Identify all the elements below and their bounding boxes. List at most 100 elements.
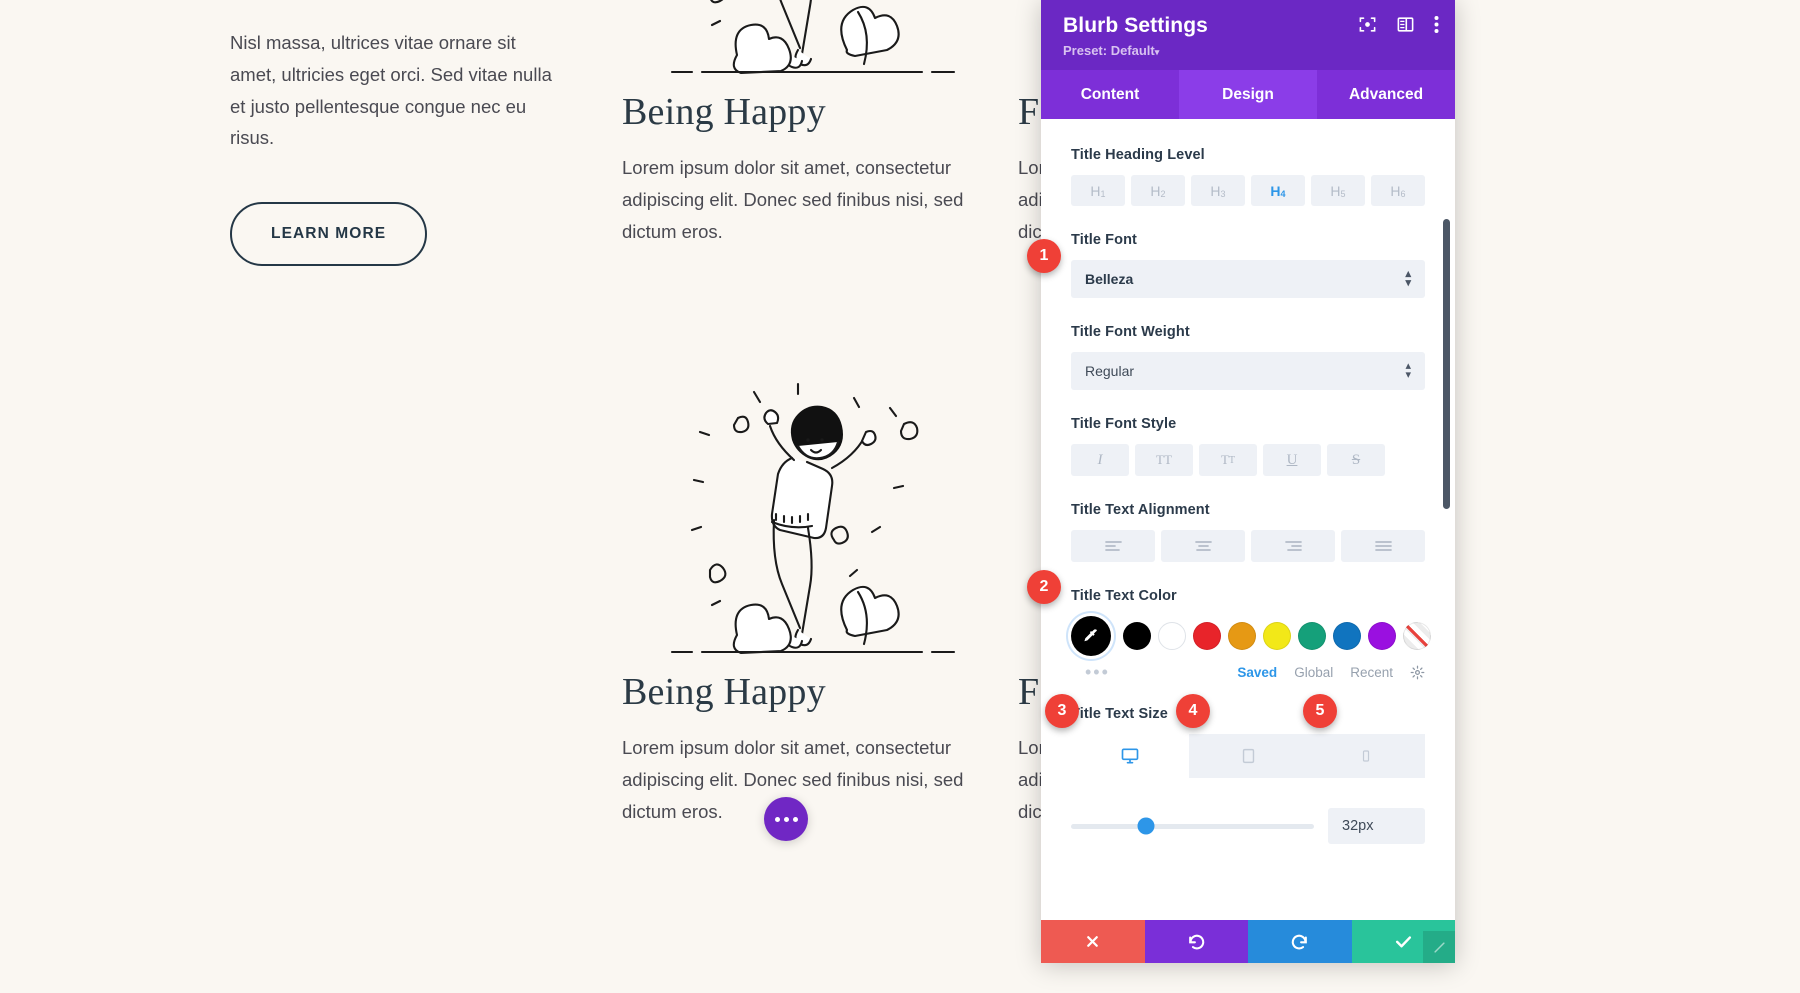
spinner-arrows-icon: ▴ ▾ xyxy=(1405,267,1411,289)
strikethrough-icon[interactable]: S xyxy=(1327,444,1385,476)
title-font-weight-value: Regular xyxy=(1085,363,1135,379)
layout-columns-icon[interactable] xyxy=(1396,15,1415,34)
annotation-badge-3: 3 xyxy=(1045,694,1079,728)
swatch-blue[interactable] xyxy=(1333,622,1361,650)
phone-icon[interactable] xyxy=(1307,734,1425,778)
smallcaps-icon[interactable]: TT xyxy=(1199,444,1257,476)
more-colors-icon[interactable]: ••• xyxy=(1085,663,1110,681)
blurb-2-image xyxy=(622,380,1002,670)
italic-icon[interactable]: I xyxy=(1071,444,1129,476)
font-style-options: I TT TT U S xyxy=(1071,444,1425,476)
field-label: Title Font xyxy=(1071,232,1137,248)
tab-design[interactable]: Design xyxy=(1179,70,1317,119)
redo-icon xyxy=(1292,934,1308,950)
heading-level-h5[interactable]: H5 xyxy=(1311,175,1365,206)
blurb-2-body: Lorem ipsum dolor sit amet, consectetur … xyxy=(622,737,964,822)
heading-level-h3[interactable]: H3 xyxy=(1191,175,1245,206)
field-title-font: Title Font Belleza ▴ ▾ xyxy=(1071,232,1425,298)
field-title-font-weight: Title Font Weight Regular ▴ ▾ xyxy=(1071,324,1425,390)
field-title-text-color: Title Text Color ••• Saved Global Recent xyxy=(1071,588,1431,681)
scrollbar-thumb[interactable] xyxy=(1443,219,1450,509)
modal-tabs: Content Design Advanced xyxy=(1041,70,1455,119)
heading-level-h2[interactable]: H2 xyxy=(1131,175,1185,206)
color-tab-global[interactable]: Global xyxy=(1294,665,1333,680)
modal-header-icons xyxy=(1358,15,1439,34)
modal-scrollbar[interactable] xyxy=(1442,119,1452,920)
undo-button[interactable] xyxy=(1144,920,1248,963)
color-source-tabs: Saved Global Recent xyxy=(1237,665,1425,680)
swatch-orange[interactable] xyxy=(1228,622,1256,650)
kebab-menu-icon[interactable] xyxy=(1434,15,1439,34)
text-alignment-options xyxy=(1071,530,1425,562)
modal-header: Blurb Settings Preset: Default▾ xyxy=(1041,0,1455,70)
field-title-text-size: Title Text Size xyxy=(1071,706,1425,844)
desktop-icon[interactable] xyxy=(1071,734,1189,778)
heading-level-h1[interactable]: H1 xyxy=(1071,175,1125,206)
gear-icon[interactable] xyxy=(1410,665,1425,680)
annotation-badge-4: 4 xyxy=(1176,694,1210,728)
heading-level-h4[interactable]: H4 xyxy=(1251,175,1305,206)
annotation-badge-1: 1 xyxy=(1027,239,1061,273)
blurb-1-image xyxy=(622,0,1002,90)
color-swatch-row xyxy=(1071,616,1431,656)
check-icon xyxy=(1395,936,1411,948)
uppercase-icon[interactable]: TT xyxy=(1135,444,1193,476)
annotation-badge-2: 2 xyxy=(1027,570,1061,604)
module-add-button[interactable] xyxy=(764,797,808,841)
tab-advanced[interactable]: Advanced xyxy=(1317,70,1455,119)
heading-level-h6[interactable]: H6 xyxy=(1371,175,1425,206)
modal-preset[interactable]: Preset: Default▾ xyxy=(1063,43,1433,58)
swatch-black[interactable] xyxy=(1123,622,1151,650)
title-text-size-control xyxy=(1071,808,1425,844)
field-label: Title Heading Level xyxy=(1071,147,1205,163)
cancel-button[interactable] xyxy=(1041,920,1145,963)
eyedropper-icon[interactable] xyxy=(1071,616,1111,656)
title-font-select[interactable]: Belleza ▴ ▾ xyxy=(1071,260,1425,298)
underline-icon[interactable]: U xyxy=(1263,444,1321,476)
align-justify-icon[interactable] xyxy=(1341,530,1425,562)
field-title-font-style: Title Font Style I TT TT U S xyxy=(1071,416,1425,476)
swatch-white[interactable] xyxy=(1158,622,1186,650)
title-text-size-input[interactable] xyxy=(1328,808,1425,844)
swatch-red[interactable] xyxy=(1193,622,1221,650)
swatch-yellow[interactable] xyxy=(1263,622,1291,650)
swatch-no-color[interactable] xyxy=(1403,622,1431,650)
color-tab-saved[interactable]: Saved xyxy=(1237,665,1277,680)
field-label: Title Font Weight xyxy=(1071,324,1190,340)
responsive-device-tabs xyxy=(1071,734,1425,778)
spinner-arrows-icon: ▴ ▾ xyxy=(1405,359,1411,381)
tablet-icon[interactable] xyxy=(1189,734,1307,778)
color-tab-recent[interactable]: Recent xyxy=(1350,665,1393,680)
field-title-text-alignment: Title Text Alignment xyxy=(1071,502,1425,562)
color-meta-row: ••• Saved Global Recent xyxy=(1071,663,1425,681)
blurb-1-title: Being Happy xyxy=(622,91,826,133)
align-center-icon[interactable] xyxy=(1161,530,1245,562)
chevron-down-icon: ▾ xyxy=(1154,47,1160,57)
resize-handle[interactable] xyxy=(1423,931,1455,963)
field-label: Title Text Alignment xyxy=(1071,502,1210,518)
modal-footer xyxy=(1041,920,1455,963)
blurb-card-1[interactable]: Being Happy Lorem ipsum dolor sit amet, … xyxy=(622,0,1002,247)
blurb-1-body: Lorem ipsum dolor sit amet, consectetur … xyxy=(622,157,964,242)
annotation-badge-5: 5 xyxy=(1303,694,1337,728)
align-left-icon[interactable] xyxy=(1071,530,1155,562)
field-label: Title Text Size xyxy=(1071,706,1168,722)
field-label: Title Font Style xyxy=(1071,416,1177,432)
swatch-green[interactable] xyxy=(1298,622,1326,650)
learn-more-button[interactable]: LEARN MORE xyxy=(230,202,428,267)
title-text-size-slider[interactable] xyxy=(1071,817,1314,835)
focus-icon[interactable] xyxy=(1358,15,1377,34)
ellipsis-icon xyxy=(783,816,789,822)
undo-icon xyxy=(1188,934,1204,950)
swatch-purple[interactable] xyxy=(1368,622,1396,650)
title-font-weight-select[interactable]: Regular ▴ ▾ xyxy=(1071,352,1425,390)
align-right-icon[interactable] xyxy=(1251,530,1335,562)
blurb-2-title: Being Happy xyxy=(622,671,826,713)
blurb-card-2[interactable]: Being Happy Lorem ipsum dolor sit amet, … xyxy=(622,380,1002,827)
tab-content[interactable]: Content xyxy=(1041,70,1179,119)
ellipsis-icon xyxy=(792,816,798,822)
modal-body: Title Heading Level H1 H2 H3 H4 H5 H6 Ti… xyxy=(1041,119,1455,920)
slider-thumb[interactable] xyxy=(1137,817,1155,835)
redo-button[interactable] xyxy=(1248,920,1352,963)
resize-icon xyxy=(1433,941,1445,953)
